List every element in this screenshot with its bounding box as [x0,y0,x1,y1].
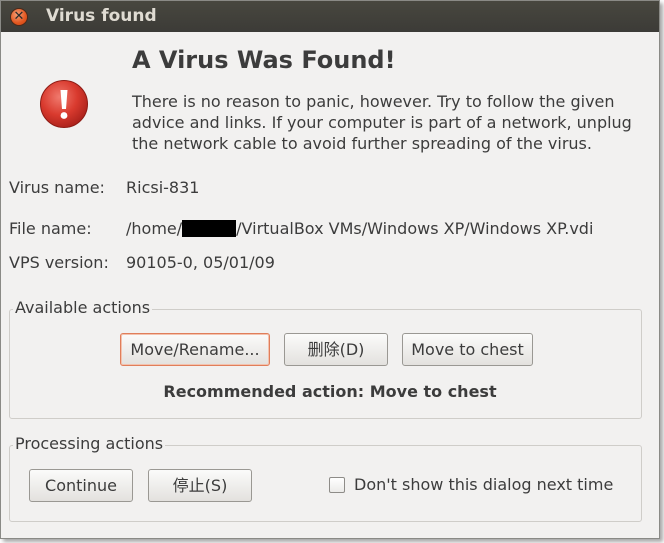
virus-name-label: Virus name: [9,178,105,197]
file-path-suffix: /VirtualBox VMs/Windows XP/Windows XP.vd… [236,219,594,238]
recommended-action: Recommended action: Move to chest [163,382,497,401]
vps-version-label: VPS version: [9,253,109,272]
close-icon[interactable]: ✕ [10,8,28,26]
title-bar: ✕ Virus found [1,1,659,32]
file-name-label: File name: [9,219,92,238]
dialog-heading: A Virus Was Found! [132,46,396,74]
virus-name-value: Ricsi-831 [126,178,200,197]
vps-version-value: 90105-0, 05/01/09 [126,253,275,272]
error-exclamation-icon [40,80,88,128]
processing-actions-title: Processing actions [13,434,166,453]
delete-button[interactable]: 删除(D) [284,333,388,366]
dialog-message: There is no reason to panic, however. Tr… [132,92,632,153]
dont-show-again-checkbox[interactable] [329,477,345,493]
move-to-chest-button[interactable]: Move to chest [402,333,533,366]
redacted-username [182,220,237,237]
dont-show-again-label[interactable]: Don't show this dialog next time [354,475,613,494]
window-title: Virus found [46,6,157,26]
file-name-value: /home/ /VirtualBox VMs/Windows XP/Windows… [126,219,593,238]
virus-found-dialog: ✕ Virus found A Virus Was Found! There i… [0,0,660,539]
file-path-prefix: /home/ [126,219,183,238]
stop-button[interactable]: 停止(S) [148,469,252,502]
move-rename-button[interactable]: Move/Rename... [120,333,270,366]
continue-button[interactable]: Continue [29,469,133,502]
available-actions-title: Available actions [13,298,153,317]
